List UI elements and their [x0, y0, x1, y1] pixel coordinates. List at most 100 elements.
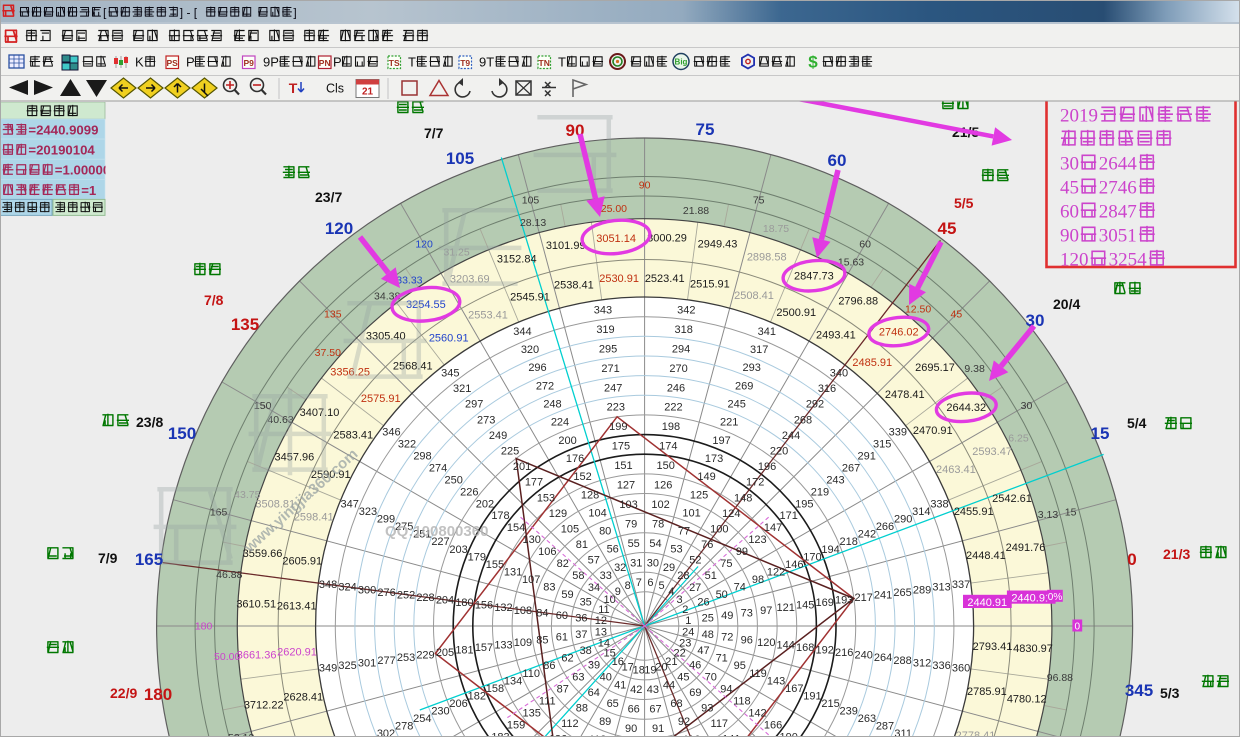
svg-text:302: 302 [377, 728, 395, 737]
svg-text:TN: TN [539, 58, 550, 68]
svg-text:2: 2 [682, 604, 688, 616]
svg-text:245: 245 [728, 399, 746, 411]
svg-text:12: 12 [595, 615, 607, 627]
svg-text:81: 81 [576, 539, 588, 551]
svg-text:2628.41: 2628.41 [283, 692, 323, 704]
svg-text:7/9: 7/9 [98, 550, 118, 566]
svg-text:21/3: 21/3 [1163, 546, 1190, 562]
svg-text:60: 60 [859, 239, 871, 251]
svg-text:2613.41: 2613.41 [277, 601, 317, 613]
svg-text:92: 92 [678, 716, 690, 728]
svg-text:106: 106 [538, 546, 556, 558]
svg-text:254: 254 [413, 713, 431, 725]
svg-text:202: 202 [476, 498, 494, 510]
svg-text:3457.96: 3457.96 [275, 452, 315, 464]
svg-text:2485.91: 2485.91 [852, 357, 892, 369]
svg-text:323: 323 [359, 506, 377, 518]
svg-text:180: 180 [455, 597, 473, 609]
svg-text:340: 340 [830, 368, 848, 380]
svg-text:127: 127 [617, 480, 635, 492]
svg-text:91: 91 [652, 723, 664, 735]
svg-text:0: 0 [1127, 550, 1136, 569]
svg-text:2746: 2746 [1099, 178, 1137, 199]
svg-text:56: 56 [607, 544, 619, 556]
svg-text:132: 132 [494, 602, 512, 614]
svg-text:264: 264 [874, 652, 892, 664]
svg-text:5/3: 5/3 [1160, 685, 1180, 701]
svg-text:3101.99: 3101.99 [546, 240, 586, 252]
svg-text:1: 1 [685, 615, 691, 627]
svg-text:131: 131 [504, 566, 522, 578]
svg-text:290: 290 [894, 514, 912, 526]
svg-text:120: 120 [325, 219, 353, 238]
svg-text:117: 117 [711, 718, 729, 730]
svg-text:174: 174 [659, 441, 677, 453]
svg-text:3254: 3254 [1109, 250, 1148, 271]
svg-text:21: 21 [362, 87, 374, 98]
svg-text:75: 75 [696, 120, 715, 139]
svg-text:154: 154 [507, 522, 525, 534]
svg-text:205: 205 [436, 647, 454, 659]
svg-text:220: 220 [770, 446, 788, 458]
svg-text:0: 0 [1075, 622, 1081, 633]
svg-text:51: 51 [705, 570, 717, 582]
svg-text:60: 60 [828, 151, 847, 170]
svg-text:317: 317 [750, 344, 768, 356]
svg-text:86: 86 [543, 660, 555, 672]
svg-text:267: 267 [842, 462, 860, 474]
svg-text:293: 293 [743, 362, 761, 374]
svg-text:83: 83 [543, 581, 555, 593]
svg-text:12.50: 12.50 [905, 304, 931, 316]
svg-text:P9: P9 [243, 58, 254, 68]
svg-text:297: 297 [465, 399, 483, 411]
svg-text:157: 157 [475, 642, 493, 654]
svg-text:3000.29: 3000.29 [647, 232, 687, 244]
svg-text:9T: 9T [479, 55, 494, 70]
svg-text:43: 43 [647, 684, 659, 696]
svg-text:64: 64 [588, 687, 600, 699]
svg-text:50.00: 50.00 [214, 651, 240, 663]
svg-text:178: 178 [491, 510, 509, 522]
svg-text:216: 216 [835, 647, 853, 659]
svg-text:339: 339 [889, 427, 907, 439]
svg-text:T9: T9 [460, 58, 470, 68]
svg-text:2898.58: 2898.58 [747, 252, 787, 264]
svg-text:150: 150 [657, 460, 675, 472]
svg-text:]: ] [293, 6, 296, 20]
svg-text:=20190104: =20190104 [28, 143, 95, 158]
svg-text:124: 124 [722, 508, 740, 520]
svg-text:33: 33 [600, 570, 612, 582]
svg-text:2508.41: 2508.41 [734, 290, 774, 302]
svg-text:4830.97: 4830.97 [1013, 643, 1053, 655]
svg-text:T: T [408, 55, 416, 70]
svg-text:344: 344 [513, 326, 531, 338]
svg-text:128: 128 [581, 489, 599, 501]
svg-text:195: 195 [795, 498, 813, 510]
svg-text:105: 105 [446, 149, 474, 168]
svg-text:6.25: 6.25 [1008, 433, 1029, 445]
svg-text:95: 95 [734, 660, 746, 672]
svg-text:321: 321 [453, 383, 471, 395]
svg-text:155: 155 [486, 559, 504, 571]
svg-text:36: 36 [575, 613, 587, 625]
svg-text:196: 196 [758, 461, 776, 473]
svg-text:134: 134 [504, 675, 522, 687]
svg-text:] - [: ] - [ [180, 6, 198, 20]
svg-text:135: 135 [523, 708, 541, 720]
svg-text:314: 314 [912, 506, 930, 518]
svg-text:200: 200 [558, 435, 576, 447]
svg-text:80: 80 [599, 526, 611, 538]
svg-text:97: 97 [760, 605, 772, 617]
svg-text:120: 120 [757, 637, 775, 649]
svg-text:85: 85 [536, 634, 548, 646]
svg-text:30: 30 [647, 558, 659, 570]
svg-text:129: 129 [549, 508, 567, 520]
svg-text:248: 248 [543, 399, 561, 411]
svg-text:43.75: 43.75 [234, 489, 260, 501]
svg-text:31: 31 [630, 558, 642, 570]
svg-text:QQ:100800360: QQ:100800360 [385, 523, 488, 540]
svg-text:=1: =1 [81, 183, 96, 198]
svg-text:226: 226 [460, 486, 478, 498]
svg-text:166: 166 [764, 719, 782, 731]
svg-text:57: 57 [588, 555, 600, 567]
